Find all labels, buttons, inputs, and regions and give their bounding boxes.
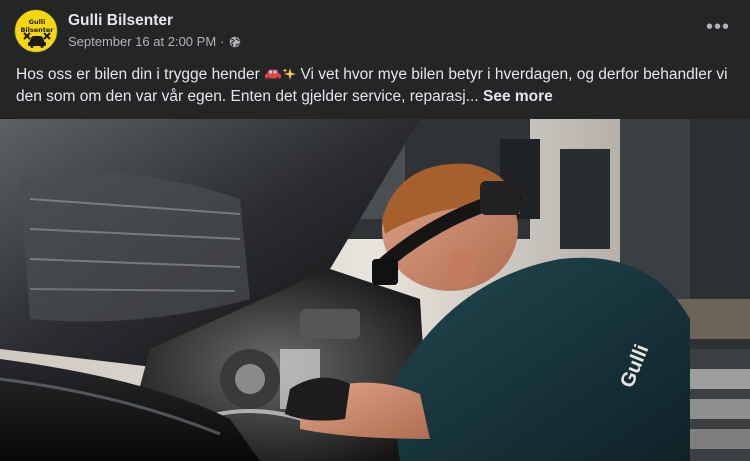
page-avatar[interactable]: Gulli Bilsenter — [14, 9, 58, 53]
avatar-car-logo-icon — [23, 32, 51, 48]
facebook-post: Gulli Bilsenter Gulli Bilsenter Septembe… — [0, 0, 750, 461]
post-photo[interactable]: Gulli — [0, 119, 750, 461]
car-emoji-icon — [265, 69, 282, 81]
page-name-link[interactable]: Gulli Bilsenter — [68, 12, 173, 30]
globe-icon[interactable] — [229, 36, 241, 48]
mechanic-photo-image: Gulli — [0, 119, 750, 461]
sparkles-emoji-icon — [282, 68, 297, 80]
caption-text-part1: Hos oss er bilen din i trygge hender — [16, 66, 265, 83]
meta-separator: · — [220, 34, 225, 49]
see-more-link[interactable]: See more — [483, 88, 553, 105]
post-options-button[interactable]: ••• — [700, 13, 736, 49]
post-timestamp[interactable]: September 16 at 2:00 PM — [68, 34, 216, 49]
post-header: Gulli Bilsenter Gulli Bilsenter Septembe… — [14, 9, 736, 55]
post-meta: September 16 at 2:00 PM · — [68, 34, 241, 49]
post-caption: Hos oss er bilen din i trygge hender Vi … — [16, 64, 736, 108]
ellipsis-icon: ••• — [705, 16, 730, 38]
